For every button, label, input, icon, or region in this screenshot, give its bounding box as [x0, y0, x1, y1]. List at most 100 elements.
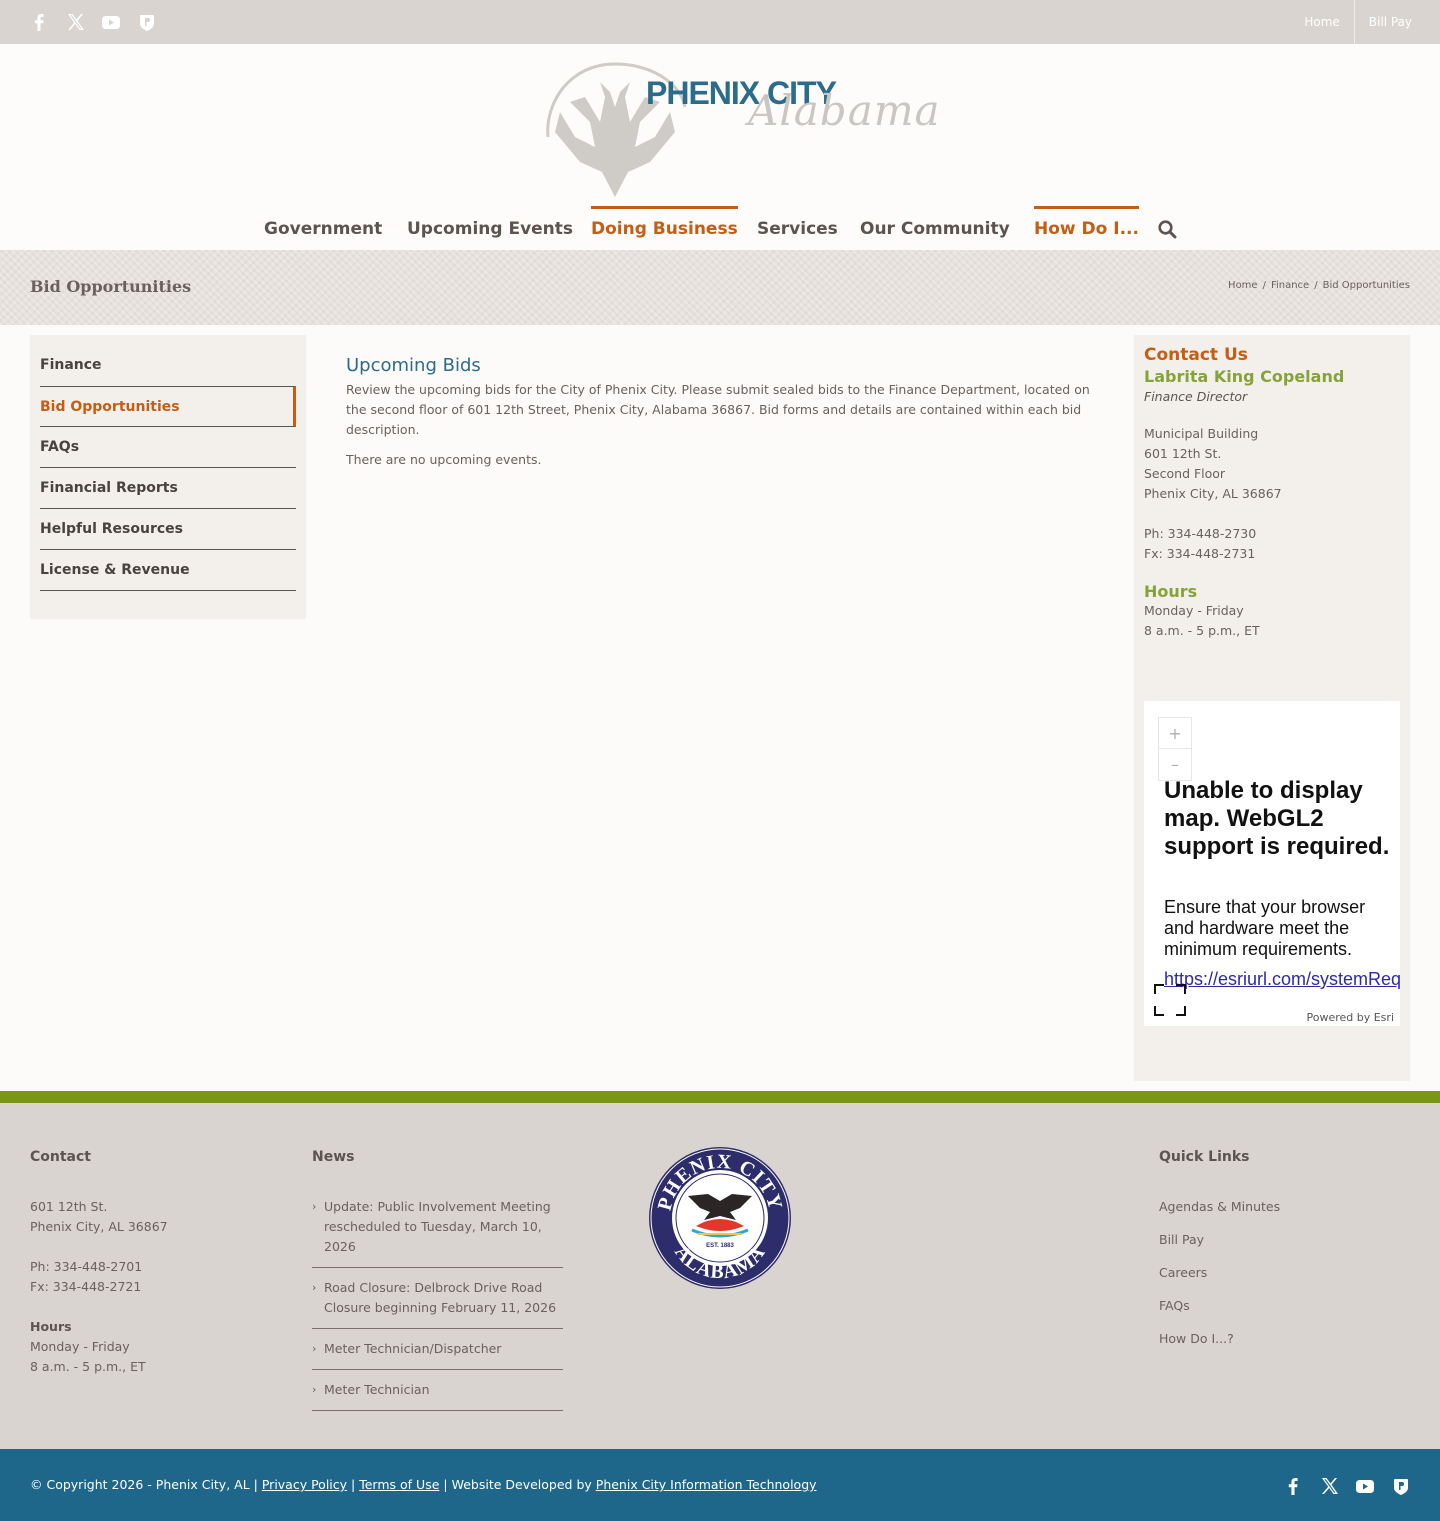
youtube-icon[interactable]	[1356, 1477, 1374, 1495]
footer-hours-line: Monday - Friday	[30, 1339, 130, 1354]
city-seal: PHENIX CITY ALABAMA EST. 1883	[648, 1146, 792, 1290]
news-item[interactable]: › Meter Technician/Dispatcher	[312, 1339, 563, 1370]
news-item-title: Update: Public Involvement Meeting resch…	[324, 1199, 551, 1254]
zoom-in-button[interactable]: +	[1159, 718, 1191, 749]
footer-phone: Ph: 334-448-2701	[30, 1259, 143, 1274]
quick-link-bill-pay[interactable]: Bill Pay	[1159, 1230, 1409, 1250]
breadcrumb-home[interactable]: Home	[1228, 280, 1258, 291]
map-zoom-controls: + –	[1158, 717, 1192, 781]
sidebar-item-license-revenue[interactable]: License & Revenue ›	[40, 550, 296, 591]
x-icon[interactable]	[1320, 1477, 1338, 1495]
contact-hours-line: 8 a.m. - 5 p.m., ET	[1144, 623, 1260, 638]
nav-item-government[interactable]: Government	[264, 206, 382, 250]
developer-link[interactable]: Phenix City Information Technology	[596, 1477, 817, 1492]
footer-news: News › Update: Public Involvement Meeting…	[312, 1149, 572, 1421]
top-bar: Home Bill Pay	[0, 0, 1440, 44]
footer-contact-heading: Contact	[30, 1149, 91, 1165]
footer-quick-heading: Quick Links	[1159, 1149, 1250, 1165]
footer-contact: Contact 601 12th St. Phenix City, AL 368…	[30, 1149, 280, 1377]
news-item-title: Road Closure: Delbrock Drive Road Closur…	[324, 1280, 557, 1315]
quick-link-agendas[interactable]: Agendas & Minutes	[1159, 1197, 1409, 1217]
map-error-link[interactable]: https://esriurl.com/systemReq	[1164, 969, 1400, 990]
site-logo[interactable]: PHENIX CITY Alabama	[540, 52, 940, 202]
seal-est-text: EST. 1883	[706, 1243, 734, 1249]
section-sidebar: Finance Bid Opportunities FAQs Financial…	[30, 335, 306, 619]
youtube-icon[interactable]	[102, 13, 120, 31]
contact-fax: Fx: 334-448-2731	[1144, 546, 1256, 561]
contact-phone: Ph: 334-448-2730	[1144, 526, 1257, 541]
footer-hours-heading: Hours	[30, 1319, 72, 1334]
logo-script: Alabama	[748, 86, 941, 135]
news-item[interactable]: › Update: Public Involvement Meeting resc…	[312, 1197, 563, 1268]
sidebar-item-finance[interactable]: Finance	[40, 345, 296, 386]
news-item[interactable]: › Meter Technician	[312, 1380, 563, 1411]
contact-address-line: Second Floor	[1144, 466, 1226, 481]
nav-item-upcoming-events[interactable]: Upcoming Events	[407, 206, 573, 250]
contact-sidebar: Contact Us Labrita King Copeland Finance…	[1134, 335, 1410, 1081]
sidebar-item-financial-reports[interactable]: Financial Reports	[40, 468, 296, 509]
top-social-links	[30, 13, 156, 31]
nav-item-how-do-i[interactable]: How Do I...	[1034, 206, 1139, 250]
nav-item-doing-business[interactable]: Doing Business	[591, 206, 738, 250]
content-intro: Review the upcoming bids for the City of…	[346, 382, 1090, 437]
contact-role: Finance Director	[1144, 389, 1248, 404]
contact-address-line: 601 12th St.	[1144, 446, 1222, 461]
footer-address-line: 601 12th St.	[30, 1199, 108, 1214]
footer-social-links	[1284, 1477, 1410, 1495]
news-item-title: Meter Technician	[324, 1382, 430, 1397]
facebook-icon[interactable]	[30, 13, 48, 31]
map-attribution: Powered by Esri	[1306, 1011, 1394, 1024]
contact-hours-line: Monday - Friday	[1144, 603, 1244, 618]
developed-by-label: Website Developed by	[451, 1477, 592, 1492]
footer-address-line: Phenix City, AL 36867	[30, 1219, 168, 1234]
fullscreen-icon[interactable]	[1154, 984, 1186, 1016]
search-icon[interactable]	[1158, 220, 1177, 243]
breadcrumb-finance[interactable]: Finance	[1271, 280, 1309, 291]
copyright-label: © Copyright 2026 - Phenix City, AL	[30, 1477, 250, 1492]
map-error-heading: Unable to display map. WebGL2 support is…	[1164, 777, 1390, 860]
footer-hours-line: 8 a.m. - 5 p.m., ET	[30, 1359, 146, 1374]
footer-stripe	[0, 1091, 1440, 1103]
top-links: Home Bill Pay	[1290, 0, 1440, 44]
breadcrumb-current: Bid Opportunities	[1322, 280, 1410, 291]
x-icon[interactable]	[66, 13, 84, 31]
sidebar-item-bid-opportunities[interactable]: Bid Opportunities	[40, 386, 296, 427]
top-link-home[interactable]: Home	[1290, 0, 1353, 44]
quick-link-faqs[interactable]: FAQs	[1159, 1296, 1409, 1316]
contact-address-line: Phenix City, AL 36867	[1144, 486, 1282, 501]
separator: |	[351, 1477, 356, 1492]
copyright-text: © Copyright 2026 - Phenix City, AL | Pri…	[30, 1477, 817, 1492]
site-footer: Contact 601 12th St. Phenix City, AL 368…	[0, 1103, 1440, 1449]
footer-fax: Fx: 334-448-2721	[30, 1279, 142, 1294]
contact-address-line: Municipal Building	[1144, 426, 1259, 441]
zoom-out-button[interactable]: –	[1159, 749, 1191, 780]
site-header: PHENIX CITY Alabama	[0, 44, 1440, 206]
chevron-right-icon: ›	[312, 1342, 317, 1355]
sidebar-item-helpful-resources[interactable]: Helpful Resources	[40, 509, 296, 550]
sidebar-item-faqs[interactable]: FAQs	[40, 427, 296, 468]
sidebar-item-label: License & Revenue	[40, 562, 190, 578]
shield-app-icon[interactable]	[1392, 1477, 1410, 1495]
city-seal-icon: PHENIX CITY ALABAMA EST. 1883	[649, 1147, 791, 1289]
top-link-bill-pay[interactable]: Bill Pay	[1353, 0, 1440, 44]
map-widget[interactable]: + – Unable to display map. WebGL2 suppor…	[1144, 701, 1400, 1026]
chevron-right-icon: ›	[312, 1200, 317, 1213]
quick-link-careers[interactable]: Careers	[1159, 1263, 1409, 1283]
footer-news-heading: News	[312, 1149, 355, 1165]
facebook-icon[interactable]	[1284, 1477, 1302, 1495]
main-content: Upcoming Bids Review the upcoming bids f…	[346, 355, 1096, 470]
main-nav: Government Upcoming Events Doing Busines…	[0, 206, 1440, 250]
chevron-right-icon: ›	[180, 563, 185, 577]
news-item[interactable]: › Road Closure: Delbrock Drive Road Closu…	[312, 1278, 563, 1329]
nav-item-our-community[interactable]: Our Community	[860, 206, 1010, 250]
shield-app-icon[interactable]	[138, 13, 156, 31]
terms-of-use-link[interactable]: Terms of Use	[359, 1477, 439, 1492]
footer-quick-links: Quick Links Agendas & Minutes Bill Pay C…	[1159, 1149, 1409, 1362]
chevron-right-icon: ›	[312, 1383, 317, 1396]
privacy-policy-link[interactable]: Privacy Policy	[262, 1477, 347, 1492]
contact-name: Labrita King Copeland	[1144, 367, 1345, 386]
nav-item-services[interactable]: Services	[757, 206, 838, 250]
copyright-bar: © Copyright 2026 - Phenix City, AL | Pri…	[0, 1449, 1440, 1521]
quick-link-how-do-i[interactable]: How Do I...?	[1159, 1329, 1409, 1349]
page-title: Bid Opportunities	[30, 277, 192, 296]
